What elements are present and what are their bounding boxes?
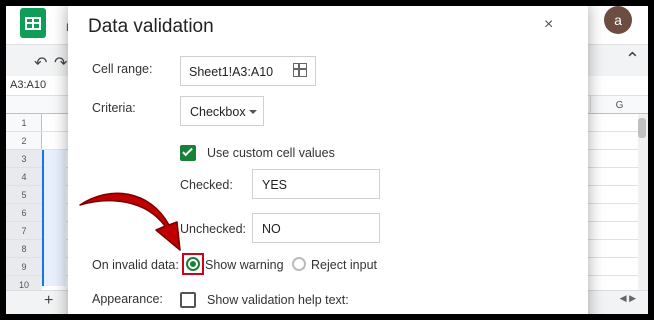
vertical-scrollbar[interactable] (638, 114, 648, 290)
row-number[interactable]: 9 (6, 258, 42, 276)
name-box[interactable]: A3:A10 (10, 79, 46, 91)
screenshot-frame: E a ↶ ↷ ⌃ A3:A10 G 1 2 3 4 5 6 7 8 9 10 (6, 6, 648, 314)
collapse-icon[interactable]: ⌃ (625, 49, 640, 70)
cell-range-value[interactable]: Sheet1!A3:A10 (189, 65, 273, 79)
row-number[interactable]: 8 (6, 240, 42, 258)
row-number[interactable]: 4 (6, 168, 42, 186)
criteria-label: Criteria: (92, 101, 136, 115)
criteria-value[interactable]: Checkbox (190, 105, 246, 119)
column-g-header[interactable]: G (590, 96, 648, 114)
show-warning-radio[interactable] (186, 257, 200, 271)
dropdown-caret-icon[interactable] (249, 110, 257, 114)
grid-cells-right[interactable] (584, 114, 642, 290)
cell-range-field[interactable]: Sheet1!A3:A10 (180, 56, 316, 86)
selected-range[interactable] (42, 150, 66, 286)
use-custom-values-checkbox[interactable] (180, 145, 196, 161)
checked-label: Checked: (180, 178, 233, 192)
row-number[interactable]: 1 (6, 114, 42, 132)
row-number[interactable]: 2 (6, 132, 42, 150)
cell-range-label: Cell range: (92, 62, 153, 76)
reject-input-radio[interactable] (292, 257, 306, 271)
show-help-text-label[interactable]: Show validation help text: (207, 293, 349, 307)
use-custom-values-label[interactable]: Use custom cell values (207, 146, 335, 160)
row-number[interactable]: 3 (6, 150, 42, 168)
invalid-data-label: On invalid data: (92, 258, 179, 272)
horizontal-scroll-arrows-icon[interactable]: ◀ ▶ (620, 293, 636, 304)
undo-icon[interactable]: ↶ (34, 53, 47, 73)
row-number[interactable]: 5 (6, 186, 42, 204)
criteria-dropdown[interactable]: Checkbox (180, 96, 264, 126)
unchecked-label: Unchecked: (180, 222, 247, 236)
sheets-logo-icon[interactable] (20, 8, 46, 38)
unchecked-value[interactable]: NO (262, 222, 281, 236)
redo-icon[interactable]: ↷ (54, 53, 67, 73)
checked-value-input[interactable]: YES (252, 169, 380, 199)
avatar[interactable]: a (604, 6, 632, 34)
close-icon[interactable]: × (544, 16, 553, 34)
row-header: 1 2 3 4 5 6 7 8 9 10 (6, 114, 42, 294)
appearance-label: Appearance: (92, 292, 163, 306)
show-warning-label[interactable]: Show warning (205, 258, 284, 272)
checked-value[interactable]: YES (262, 178, 287, 192)
grid-select-icon[interactable] (293, 63, 307, 77)
row-number[interactable]: 7 (6, 222, 42, 240)
scrollbar-thumb[interactable] (638, 118, 646, 138)
reject-input-label[interactable]: Reject input (311, 258, 377, 272)
dialog-title: Data validation (88, 16, 214, 37)
row-number[interactable]: 6 (6, 204, 42, 222)
data-validation-dialog: Data validation × Cell range: Sheet1!A3:… (68, 6, 588, 314)
add-sheet-button[interactable]: + (44, 292, 53, 310)
unchecked-value-input[interactable]: NO (252, 213, 380, 243)
show-help-text-checkbox[interactable] (180, 292, 196, 308)
